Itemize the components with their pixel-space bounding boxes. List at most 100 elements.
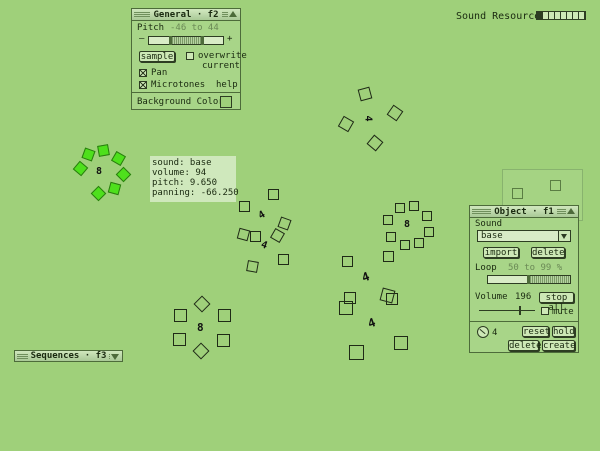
sound-object-square[interactable] bbox=[192, 342, 210, 360]
pitch-label: Pitch bbox=[137, 23, 165, 33]
collapse-triangle-icon[interactable] bbox=[567, 208, 575, 214]
pitch-range: -46 to 44 bbox=[170, 23, 219, 33]
dropdown-arrow-icon[interactable] bbox=[558, 231, 570, 241]
sound-object-square[interactable] bbox=[278, 254, 289, 265]
microtones-label: Microtones bbox=[151, 80, 206, 90]
sound-object-square[interactable] bbox=[414, 238, 424, 248]
hold-button[interactable]: hold bbox=[552, 326, 575, 337]
overwrite-checkbox[interactable] bbox=[186, 52, 194, 60]
delete-sound-button[interactable]: delete bbox=[531, 247, 565, 258]
sound-object-square[interactable] bbox=[236, 227, 251, 242]
general-divider bbox=[132, 92, 240, 93]
general-panel: General · f2 Pitch -46 to 44 – + sample … bbox=[131, 8, 247, 110]
delete-object-button[interactable]: delete bbox=[508, 340, 542, 351]
sound-object-square[interactable] bbox=[395, 203, 405, 213]
sound-object-square[interactable] bbox=[424, 227, 434, 237]
sound-object-square[interactable] bbox=[81, 147, 96, 162]
sound-object-square[interactable] bbox=[550, 180, 561, 191]
sound-object-square[interactable] bbox=[400, 240, 410, 250]
sound-object-square[interactable] bbox=[193, 295, 211, 313]
sound-object-square[interactable] bbox=[72, 160, 89, 177]
background-color-swatch[interactable] bbox=[220, 96, 232, 108]
sequences-titlebar[interactable]: Sequences · f3 bbox=[15, 351, 122, 361]
loop-label: Loop bbox=[475, 263, 497, 273]
sound-object-square[interactable] bbox=[110, 150, 127, 167]
sound-object-square[interactable] bbox=[250, 231, 261, 242]
sound-object-square[interactable] bbox=[277, 216, 292, 231]
pan-checkbox[interactable] bbox=[139, 69, 147, 77]
sound-resources-label: Sound Resources bbox=[456, 11, 547, 22]
volume-slider-handle[interactable] bbox=[519, 306, 521, 315]
sound-object-square[interactable] bbox=[173, 333, 186, 346]
object-titlebar[interactable]: Object · f1 bbox=[470, 206, 578, 218]
collapse-triangle-icon[interactable] bbox=[229, 11, 237, 17]
sound-object-square[interactable] bbox=[383, 215, 393, 225]
sequences-panel[interactable]: Sequences · f3 bbox=[14, 350, 123, 362]
info-tooltip: sound: base volume: 94 pitch: 9.650 pann… bbox=[150, 156, 239, 202]
sound-center-glyph[interactable]: 4 bbox=[360, 269, 372, 285]
sound-object-square[interactable] bbox=[386, 104, 404, 122]
sound-object-square[interactable] bbox=[422, 211, 432, 221]
general-titlebar[interactable]: General · f2 bbox=[132, 9, 240, 21]
sound-object-square[interactable] bbox=[337, 115, 355, 133]
sound-object-square[interactable] bbox=[394, 336, 408, 350]
import-button[interactable]: import bbox=[483, 247, 519, 258]
sound-center-glyph[interactable]: 4 bbox=[363, 115, 374, 121]
pitch-plus[interactable]: + bbox=[227, 34, 232, 44]
sound-object-square[interactable] bbox=[268, 189, 279, 200]
sound-object-square[interactable] bbox=[409, 201, 419, 211]
sound-center-glyph[interactable]: 8 bbox=[197, 321, 204, 334]
volume-label: Volume bbox=[475, 292, 508, 302]
help-link[interactable]: help bbox=[216, 80, 238, 90]
volume-value: 196 bbox=[515, 292, 532, 302]
sound-object-square[interactable] bbox=[349, 345, 364, 360]
sound-object-square[interactable] bbox=[339, 301, 353, 315]
loop-slider[interactable] bbox=[487, 275, 571, 284]
loop-range: 50 to 99 % bbox=[508, 263, 563, 273]
overwrite-label: overwrite bbox=[198, 51, 247, 61]
reset-button[interactable]: reset bbox=[522, 326, 550, 337]
sound-center-glyph[interactable]: 4 bbox=[257, 209, 268, 222]
sound-object-square[interactable] bbox=[342, 256, 353, 267]
sound-object-square[interactable] bbox=[90, 185, 107, 202]
pitch-slider-handle-left[interactable] bbox=[169, 36, 172, 45]
sound-object-square[interactable] bbox=[386, 232, 396, 242]
stop-all-button[interactable]: stop all bbox=[539, 292, 574, 313]
sound-object-square[interactable] bbox=[174, 309, 187, 322]
sound-object-square[interactable] bbox=[383, 251, 394, 262]
mute-label: mute bbox=[552, 307, 574, 317]
sound-object-square[interactable] bbox=[366, 134, 384, 152]
sound-select[interactable]: base bbox=[477, 230, 571, 242]
tooltip-sound: sound: base bbox=[152, 158, 212, 168]
sound-center-glyph[interactable]: 8 bbox=[96, 166, 102, 177]
object-panel: Object · f1 Sound base import delete Loo… bbox=[469, 205, 579, 353]
sound-object-square[interactable] bbox=[512, 188, 523, 199]
sound-object-square[interactable] bbox=[217, 334, 230, 347]
sound-object-square[interactable] bbox=[269, 227, 286, 244]
tooltip-pitch: pitch: 9.650 bbox=[152, 178, 218, 188]
loop-slider-handle[interactable] bbox=[527, 275, 530, 284]
sound-object-square[interactable] bbox=[357, 86, 373, 102]
tempo-dial-icon[interactable] bbox=[477, 326, 489, 338]
sound-object-square[interactable] bbox=[246, 260, 259, 273]
mute-checkbox[interactable] bbox=[541, 307, 549, 315]
sound-object-square[interactable] bbox=[239, 201, 250, 212]
pitch-slider[interactable] bbox=[148, 36, 224, 45]
pitch-slider-handle-right[interactable] bbox=[201, 36, 204, 45]
volume-slider[interactable] bbox=[479, 306, 535, 315]
sound-resources-fill bbox=[537, 12, 542, 19]
pitch-minus[interactable]: – bbox=[139, 34, 144, 44]
sound-object-square[interactable] bbox=[115, 166, 132, 183]
sample-button[interactable]: sample bbox=[139, 51, 175, 62]
sound-center-glyph[interactable]: 8 bbox=[404, 219, 410, 230]
expand-triangle-icon[interactable] bbox=[111, 354, 119, 360]
sound-center-glyph[interactable]: 4 bbox=[366, 315, 378, 331]
microtones-checkbox[interactable] bbox=[139, 81, 147, 89]
sound-object-square[interactable] bbox=[107, 181, 122, 196]
object-title: Object · f1 bbox=[491, 206, 557, 217]
sound-object-square[interactable] bbox=[386, 293, 398, 305]
object-divider bbox=[470, 321, 578, 322]
create-button[interactable]: create bbox=[542, 340, 576, 351]
sound-object-square[interactable] bbox=[218, 309, 231, 322]
sound-object-square[interactable] bbox=[97, 144, 110, 157]
